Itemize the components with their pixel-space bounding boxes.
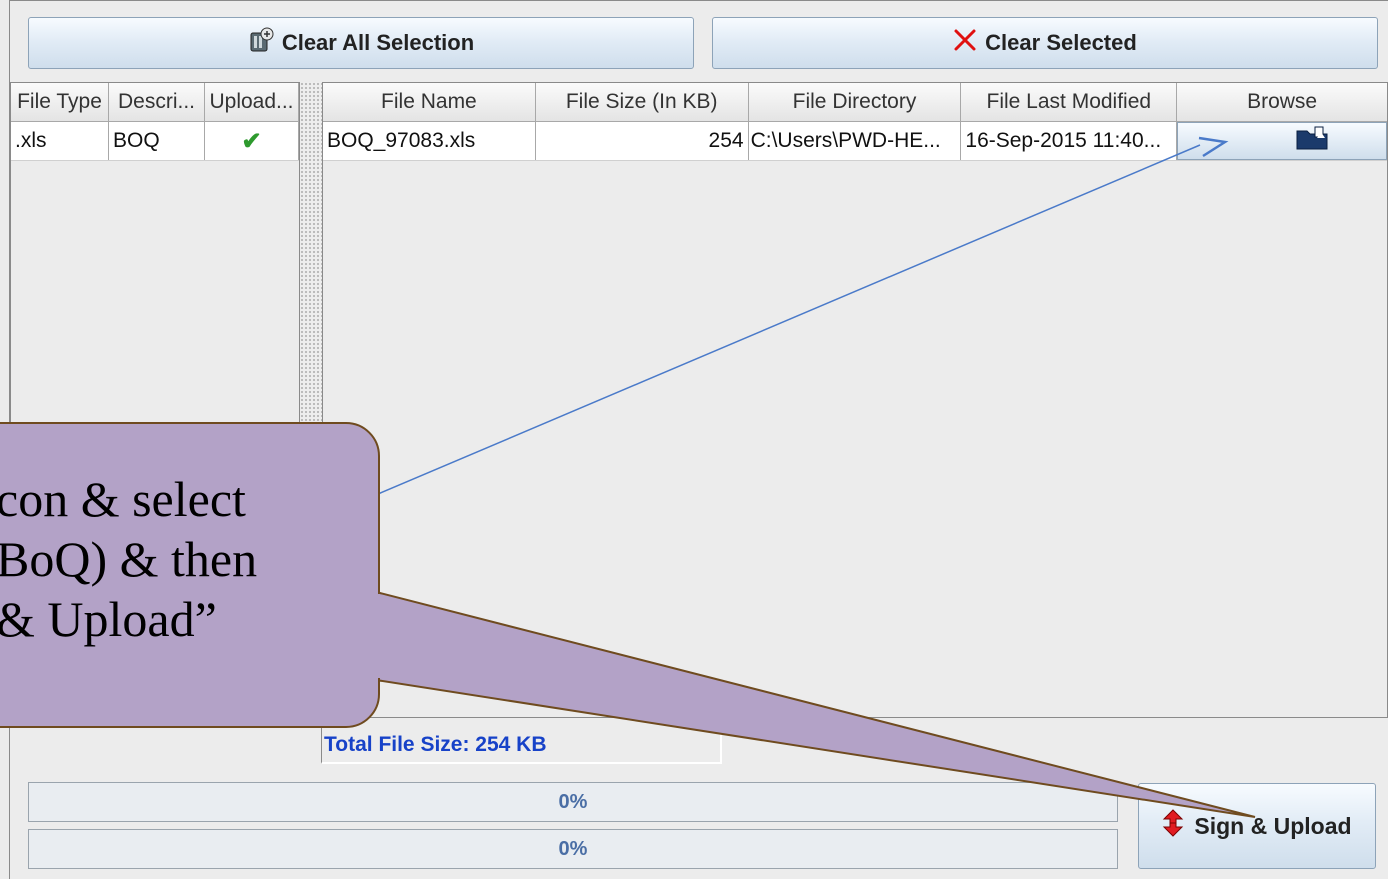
instruction-callout: con & select BoQ) & then & Upload” [0, 422, 380, 728]
browse-pointer-line [377, 144, 1201, 495]
browse-pointer-arrowhead [1198, 136, 1229, 158]
callout-pointer-join [374, 594, 380, 678]
callout-pointer [375, 590, 1256, 818]
callout-line-1: con & select [0, 471, 246, 527]
callout-line-3: & Upload” [0, 591, 217, 647]
callout-line-2: BoQ) & then [0, 531, 258, 587]
